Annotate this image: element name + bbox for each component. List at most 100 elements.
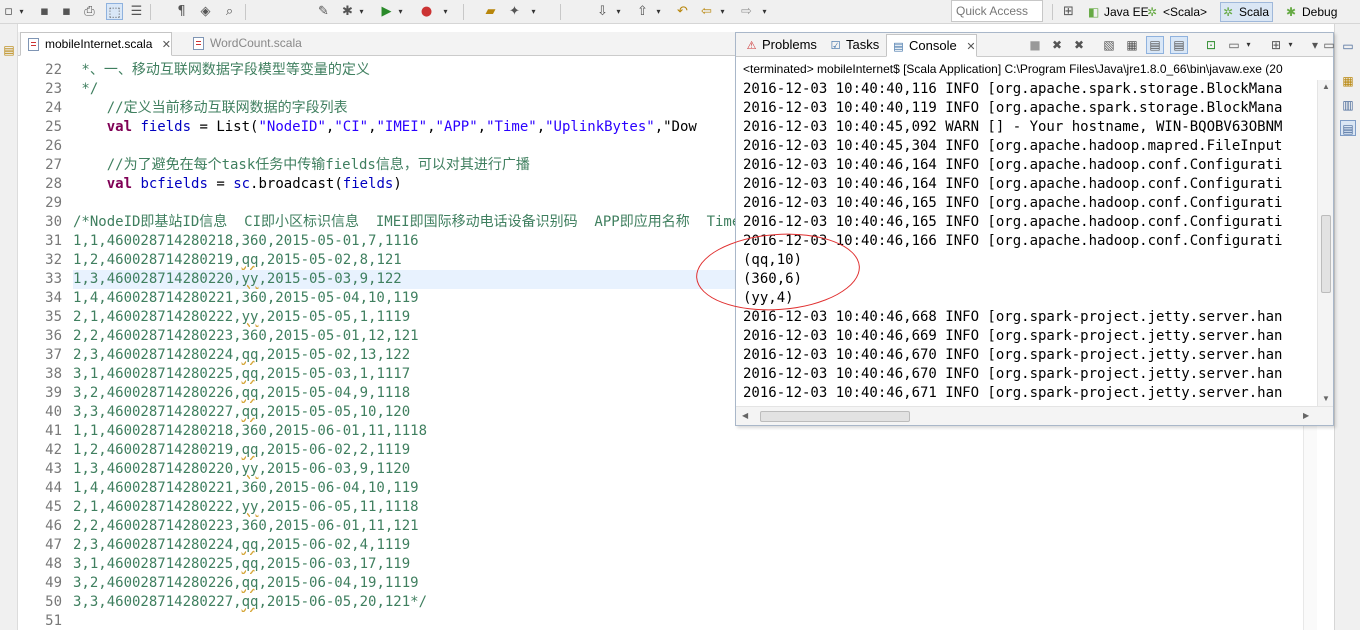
line-number: 47	[45, 537, 62, 553]
show-on-stdout-icon[interactable]: ▤	[1146, 36, 1164, 54]
line-number: 39	[45, 385, 62, 401]
debug-icon[interactable]: ✱	[339, 3, 356, 20]
line-number: 25	[45, 119, 62, 135]
perspective-java-ee[interactable]: ◧ Java EE	[1085, 2, 1153, 22]
new-wizard-icon[interactable]: ✦	[506, 3, 523, 20]
back-icon[interactable]: ⇦	[698, 3, 715, 20]
scrollbar-thumb[interactable]	[1321, 215, 1331, 293]
code-line[interactable]: 2,1,460028714280222,yy,2015-06-05,11,111…	[73, 498, 1298, 517]
scrollbar-thumb[interactable]	[760, 411, 910, 422]
scala-file-icon	[193, 37, 204, 50]
display-selected-console-icon[interactable]: ▭	[1225, 36, 1243, 54]
show-whitespace-icon[interactable]: ¶	[173, 3, 190, 20]
tab-tasks[interactable]: ☑ Tasks	[824, 34, 880, 57]
perspective-label: Scala	[1239, 5, 1270, 19]
external-tools-icon[interactable]: ●	[418, 3, 435, 20]
previous-annotation-dropdown-icon[interactable]: ▾	[654, 3, 663, 20]
next-annotation-icon[interactable]: ⇩	[594, 3, 611, 20]
tab-problems[interactable]: ⚠ Problems	[740, 34, 817, 57]
next-annotation-dropdown-icon[interactable]: ▾	[614, 3, 623, 20]
code-line[interactable]: 2,3,460028714280224,qq,2015-06-02,4,1119	[73, 536, 1298, 555]
search-icon[interactable]: ⌕	[221, 3, 238, 20]
toolbar-separator	[245, 4, 246, 20]
external-tools-dropdown-icon[interactable]: ▾	[441, 3, 450, 20]
quick-access-input[interactable]: Quick Access	[951, 0, 1043, 22]
code-line[interactable]: 3,1,460028714280225,qq,2015-06-03,17,119	[73, 555, 1298, 574]
console-view-icon[interactable]: ▤	[1340, 120, 1356, 136]
tab-mobileinternet-scala[interactable]: mobileInternet.scala ✕	[20, 32, 172, 56]
scroll-down-icon[interactable]: ▼	[1322, 394, 1330, 404]
line-number: 51	[45, 613, 62, 629]
code-line[interactable]: 2,2,460028714280223,360,2015-06-01,11,12…	[73, 517, 1298, 536]
back-dropdown-icon[interactable]: ▾	[718, 3, 727, 20]
open-console-icon[interactable]: ⊞	[1267, 36, 1285, 54]
toolbar-separator	[150, 4, 151, 20]
console-horizontal-scrollbar[interactable]: ◀ ▶	[736, 406, 1333, 425]
open-perspective-icon[interactable]: ⊞	[1060, 3, 1077, 20]
new-wizard-dropdown-icon[interactable]: ▾	[529, 3, 538, 20]
previous-annotation-icon[interactable]: ⇧	[634, 3, 651, 20]
tab-label: Tasks	[846, 37, 880, 52]
console-line: 2016-12-03 10:40:46,164 INFO [org.apache…	[743, 157, 1283, 173]
java-ee-icon: ◧	[1088, 5, 1100, 19]
forward-icon[interactable]: ⇨	[738, 3, 755, 20]
console-status-label: <terminated> mobileInternet$ [Scala Appl…	[743, 62, 1283, 76]
tab-label: mobileInternet.scala	[45, 37, 153, 51]
new-icon[interactable]: ▫	[0, 3, 17, 20]
show-on-stderr-icon[interactable]: ▤	[1170, 36, 1188, 54]
skip-breakpoints-icon[interactable]: ✎	[315, 3, 332, 20]
save-all-icon[interactable]: ▪	[58, 3, 75, 20]
line-number: 48	[45, 556, 62, 572]
remove-all-terminated-icon[interactable]: ✖	[1070, 36, 1088, 54]
display-console-dropdown-icon[interactable]: ▾	[1244, 36, 1253, 53]
main-toolbar: ▫ ▾ ▪ ▪ ⎙ ⬚ ☰ ¶ ◈ ⌕ ✎ ✱ ▾ ▶ ▾ ● ▾ ▰ ✦ ▾ …	[0, 0, 1360, 24]
perspective-scala-alt[interactable]: ✲ <Scala>	[1144, 2, 1211, 22]
line-number: 45	[45, 499, 62, 515]
type-hierarchy-icon[interactable]: ▥	[1340, 97, 1356, 113]
debug-dropdown-icon[interactable]: ▾	[357, 3, 366, 20]
tab-console[interactable]: ▤ Console ✕	[886, 34, 977, 57]
code-line[interactable]: 1,3,460028714280220,yy,2015-06-03,9,1120	[73, 460, 1298, 479]
close-icon[interactable]: ✕	[966, 36, 975, 58]
terminate-icon[interactable]: ■	[1026, 36, 1044, 54]
scroll-up-icon[interactable]: ▲	[1322, 82, 1330, 92]
package-explorer-icon[interactable]: ▤	[1, 42, 17, 58]
restore-icon[interactable]: ▭	[1340, 38, 1356, 54]
run-dropdown-icon[interactable]: ▾	[396, 3, 405, 20]
console-line: 2016-12-03 10:40:46,165 INFO [org.apache…	[743, 214, 1283, 230]
toggle-mark-occurrences-icon[interactable]: ⬚	[106, 3, 123, 20]
code-line[interactable]	[73, 612, 1298, 630]
run-icon[interactable]: ▶	[378, 3, 395, 20]
right-trim-bar: ▭ ▦ ▥ ▤	[1334, 24, 1360, 630]
tab-wordcount-scala[interactable]: WordCount.scala	[186, 32, 302, 56]
print-icon[interactable]: ⎙	[81, 3, 98, 20]
console-line: 2016-12-03 10:40:46,669 INFO [org.spark-…	[743, 328, 1283, 344]
clear-console-icon[interactable]: ▧	[1100, 36, 1118, 54]
open-folder-icon[interactable]: ▰	[482, 3, 499, 20]
save-icon[interactable]: ▪	[36, 3, 53, 20]
toggle-breadcrumb-icon[interactable]: ☰	[128, 3, 145, 20]
open-console-dropdown-icon[interactable]: ▾	[1286, 36, 1295, 53]
scroll-lock-icon[interactable]: ▦	[1123, 36, 1141, 54]
code-line[interactable]: 1,2,460028714280219,qq,2015-06-02,2,1119	[73, 441, 1298, 460]
close-icon[interactable]: ✕	[162, 34, 171, 56]
line-number: 34	[45, 290, 62, 306]
console-line: 2016-12-03 10:40:46,671 INFO [org.spark-…	[743, 385, 1283, 401]
last-edit-location-icon[interactable]: ↶	[674, 3, 691, 20]
remove-launch-icon[interactable]: ✖	[1048, 36, 1066, 54]
code-line[interactable]: 3,2,460028714280226,qq,2015-06-04,19,111…	[73, 574, 1298, 593]
restore-icon[interactable]: ▭	[1320, 36, 1338, 54]
open-type-icon[interactable]: ◈	[197, 3, 214, 20]
outline-icon[interactable]: ▦	[1340, 73, 1356, 89]
code-line[interactable]: 3,3,460028714280227,qq,2015-06-05,20,121…	[73, 593, 1298, 612]
perspective-scala[interactable]: ✲ Scala	[1220, 2, 1274, 22]
code-line[interactable]: 1,4,460028714280221,360,2015-06-04,10,11…	[73, 479, 1298, 498]
scroll-right-icon[interactable]: ▶	[1303, 411, 1309, 421]
new-dropdown-icon[interactable]: ▾	[17, 3, 26, 20]
console-vertical-scrollbar[interactable]: ▲ ▼	[1317, 80, 1333, 406]
perspective-debug[interactable]: ✱ Debug	[1283, 2, 1341, 22]
pin-console-icon[interactable]: ⊡	[1202, 36, 1220, 54]
forward-dropdown-icon[interactable]: ▾	[760, 3, 769, 20]
editor-tab-bar: mobileInternet.scala ✕ WordCount.scala	[18, 32, 738, 56]
scroll-left-icon[interactable]: ◀	[742, 411, 748, 421]
